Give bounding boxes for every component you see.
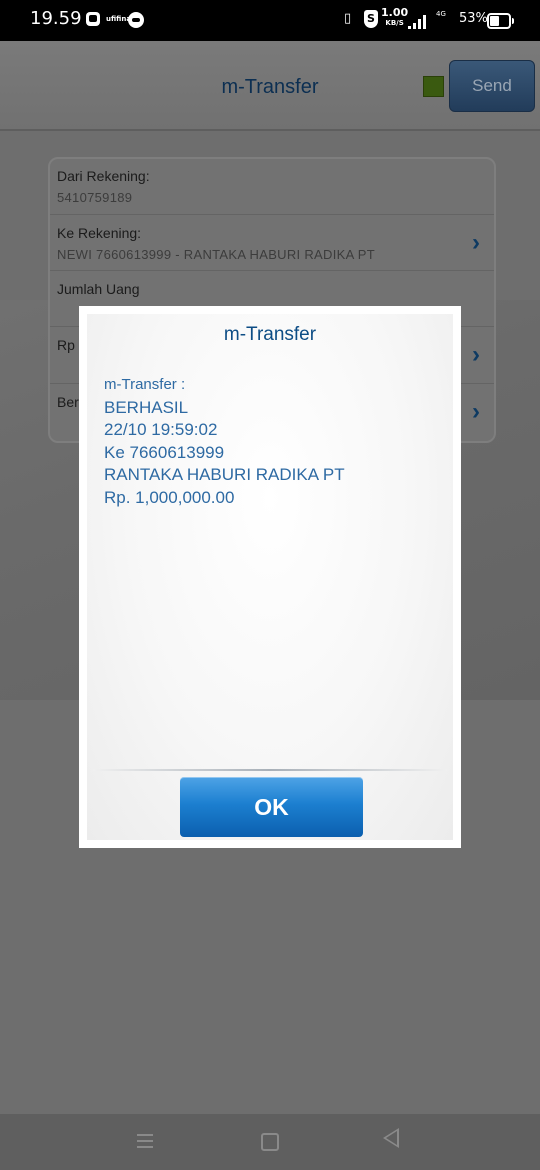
home-icon[interactable]: [261, 1133, 279, 1151]
message-line: BERHASIL: [104, 397, 189, 417]
wifi-signal-icon: [408, 15, 428, 29]
network-speed: 1.00 KB/S: [381, 7, 408, 28]
message-line: RANTAKA HABURI RADIKA PT: [104, 465, 345, 484]
message-line: Rp. 1,000,000.00: [104, 487, 235, 507]
to-account-row[interactable]: Ke Rekening: NEWI 7660613999 - RANTAKA H…: [50, 215, 494, 271]
to-account-value: NEWI 7660613999 - RANTAKA HABURI RADIKA …: [57, 247, 375, 262]
network-speed-unit: KB/S: [385, 19, 404, 27]
battery-icon: [487, 13, 514, 29]
from-account-value: 5410759189: [57, 190, 133, 205]
app-header: m-Transfer Send: [0, 41, 540, 131]
cell-signal-icon: 4G: [436, 10, 456, 30]
battery-percent: 53%: [459, 11, 488, 26]
vibrate-icon: ▯: [344, 11, 352, 26]
message-line: Ke 7660613999: [104, 442, 225, 462]
status-time: 19.59: [30, 8, 82, 29]
chevron-right-icon[interactable]: ›: [472, 341, 480, 369]
result-dialog: m-Transfer m-Transfer : BERHASIL 22/10 1…: [79, 306, 461, 848]
ok-button[interactable]: OK: [180, 777, 363, 837]
from-account-row: Dari Rekening: 5410759189: [50, 159, 494, 215]
amount-label: Jumlah Uang: [57, 281, 140, 297]
dialog-title: m-Transfer: [223, 324, 317, 345]
message-line: m-Transfer :: [104, 376, 186, 393]
chevron-right-icon[interactable]: ›: [472, 398, 480, 426]
to-account-label: Ke Rekening:: [57, 225, 142, 241]
chevron-right-icon[interactable]: ›: [472, 229, 480, 257]
from-account-label: Dari Rekening:: [57, 168, 150, 184]
send-button[interactable]: Send: [449, 60, 535, 112]
dialog-body: m-Transfer m-Transfer : BERHASIL 22/10 1…: [87, 314, 453, 840]
status-bar: 19.59 ufifina ▯ S 1.00 KB/S 4G 53%: [0, 0, 540, 41]
message-line: 22/10 19:59:02: [104, 420, 218, 439]
dialog-divider: [93, 769, 447, 771]
message-notification-icon: [86, 12, 100, 26]
security-shield-icon: S: [364, 10, 378, 28]
back-icon[interactable]: [383, 1128, 399, 1148]
status-indicator: [423, 76, 444, 97]
network-type: 4G: [436, 10, 446, 18]
dialog-message: m-Transfer : BERHASIL 22/10 19:59:02 Ke …: [104, 374, 345, 509]
recent-apps-icon[interactable]: [137, 1134, 153, 1148]
chat-notification-icon: [128, 12, 144, 28]
currency-label: Rp: [57, 337, 75, 353]
system-nav-bar: [0, 1114, 540, 1170]
